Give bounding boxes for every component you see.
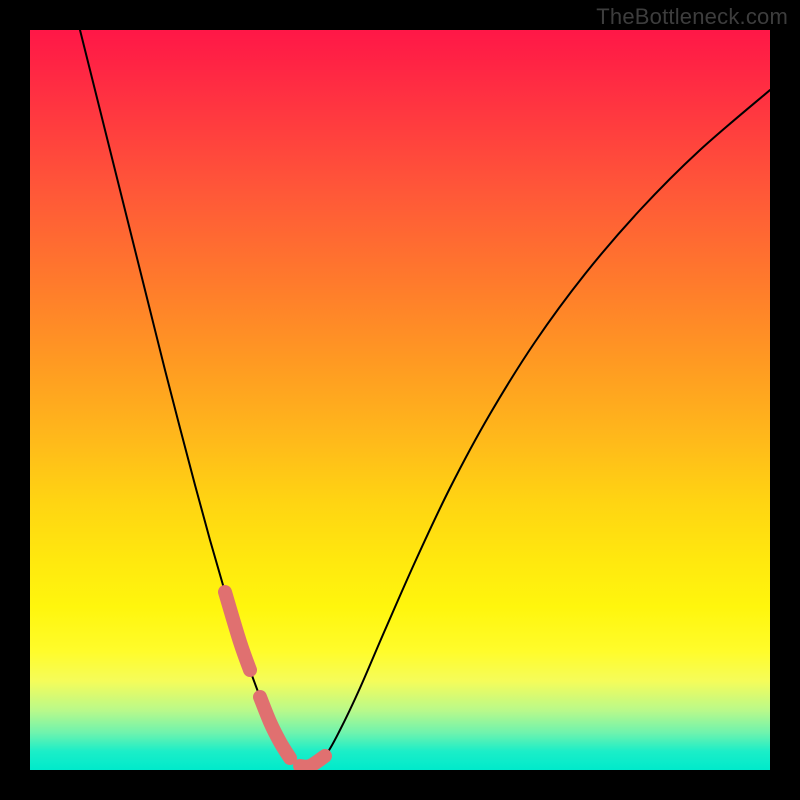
bottleneck-curve — [80, 30, 770, 767]
chart-svg — [30, 30, 770, 770]
curve-highlight-segment — [225, 592, 250, 670]
chart-frame: TheBottleneck.com — [0, 0, 800, 800]
chart-plot-area — [30, 30, 770, 770]
curve-highlight-segment — [260, 697, 290, 758]
curve-highlight-segment — [300, 756, 325, 767]
curve-highlight — [225, 592, 325, 767]
watermark-text: TheBottleneck.com — [596, 4, 788, 30]
